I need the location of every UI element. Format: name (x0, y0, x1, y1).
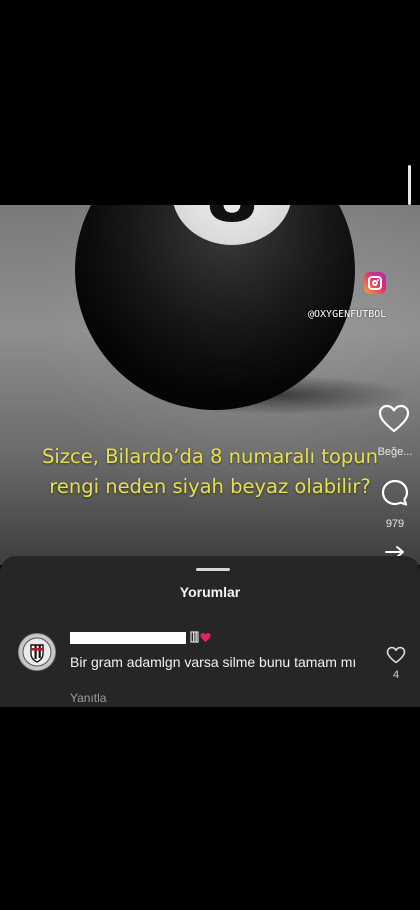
video-caption: Sizce, Bilardo’da 8 numaralı topun rengi… (0, 442, 420, 502)
badge-icon (190, 631, 211, 643)
comments-sheet: Yorumlar Bir gram adamlgn varsa silme bu… (0, 556, 420, 707)
ball-number-spot: 8 (172, 205, 292, 245)
comment-icon (381, 479, 409, 506)
like-button[interactable] (378, 404, 410, 434)
scroll-indicator[interactable] (408, 165, 411, 205)
sheet-drag-handle[interactable] (196, 568, 230, 571)
reply-button[interactable]: Yanıtla (70, 691, 106, 705)
comment-count: 979 (385, 518, 405, 530)
heart-icon (378, 404, 410, 433)
like-label: Beğe... (377, 446, 413, 458)
username-redacted[interactable] (70, 632, 186, 644)
comment-button[interactable] (380, 478, 410, 508)
comment-text: Bir gram adamlgn varsa silme bunu tamam … (70, 654, 357, 670)
instagram-icon (364, 272, 386, 294)
avatar[interactable] (18, 633, 56, 671)
sheet-title: Yorumlar (179, 584, 241, 600)
club-crest-icon (22, 637, 52, 667)
comment-like-count: 4 (392, 669, 400, 681)
caption-line-2: rengi neden siyah beyaz olabilir? (49, 475, 371, 498)
screen: 8 @OXYGENFUTBOL Sizce, Bilardo’da 8 numa… (0, 0, 420, 910)
caption-line-1: Sizce, Bilardo’da 8 numaralı topun (42, 445, 378, 468)
ball-number: 8 (205, 205, 259, 234)
heart-icon (386, 646, 406, 664)
account-handle: @OXYGENFUTBOL (308, 309, 387, 320)
user-badges (190, 630, 212, 644)
comment-like-button[interactable] (386, 646, 406, 664)
video-player[interactable]: 8 (0, 205, 420, 565)
